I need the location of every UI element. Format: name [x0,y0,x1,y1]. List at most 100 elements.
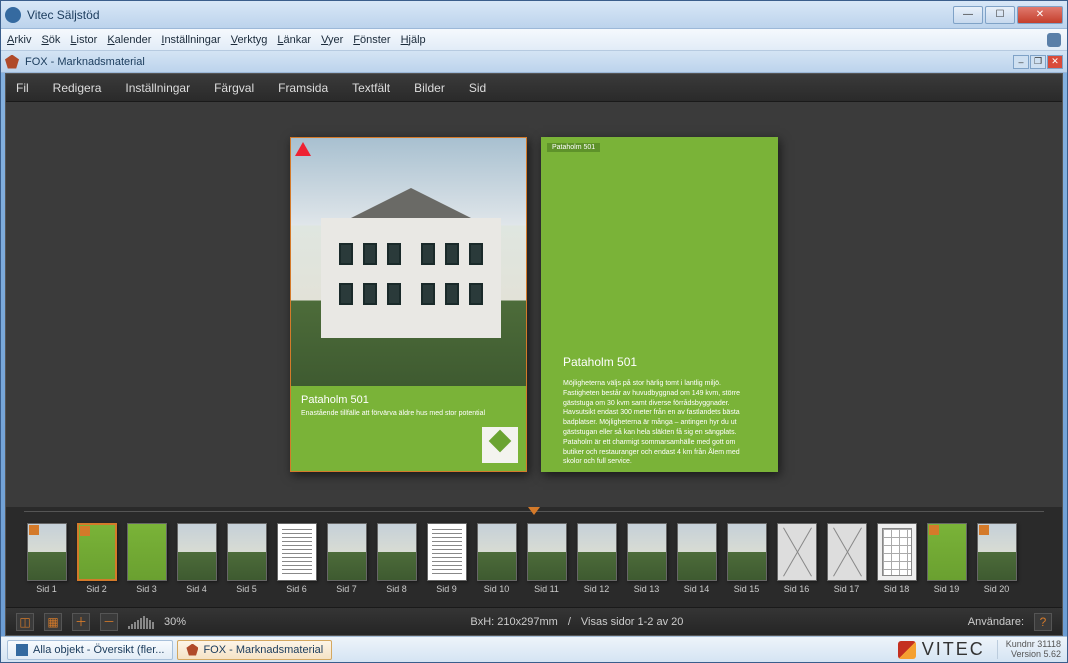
thumbnail-image[interactable] [677,523,717,581]
page-2-preview[interactable]: Pataholm 501 Pataholm 501 Möjligheterna … [541,137,778,472]
thumbnail-10[interactable]: Sid 10 [474,523,519,594]
zoom-out-button[interactable]: － [100,613,118,631]
thumbnail-1[interactable]: Sid 1 [24,523,69,594]
fox-icon [186,644,198,656]
layout-tool-1[interactable]: ◫ [16,613,34,631]
thumbnail-image[interactable] [977,523,1017,581]
help-button[interactable]: ? [1034,613,1052,631]
thumbnail-18[interactable]: Sid 18 [874,523,919,594]
current-page-pointer-icon [528,507,540,515]
subdoc-minimize-button[interactable]: – [1013,55,1029,69]
editor-app: Fil Redigera Inställningar Färgval Frams… [5,73,1063,636]
taskbar-tab-fox[interactable]: FOX - Marknadsmaterial [177,640,332,660]
version-info: Kundnr 31118 Version 5.62 [997,640,1061,660]
thumbnail-11[interactable]: Sid 11 [524,523,569,594]
thumbnail-image[interactable] [27,523,67,581]
menu-lankar[interactable]: Länkar [277,34,311,46]
emenu-fargval[interactable]: Färgval [214,81,254,95]
thumbnail-image[interactable] [277,523,317,581]
page-dimensions: BxH: 210x297mm [470,616,557,628]
thumbnail-5[interactable]: Sid 5 [224,523,269,594]
thumbnail-image[interactable] [77,523,117,581]
thumbnail-9[interactable]: Sid 9 [424,523,469,594]
subdoc-restore-button[interactable]: ❐ [1030,55,1046,69]
taskbar-tab-overview[interactable]: Alla objekt - Översikt (fler... [7,640,173,660]
thumbnail-3[interactable]: Sid 3 [124,523,169,594]
thumbnail-6[interactable]: Sid 6 [274,523,319,594]
menu-fonster[interactable]: Fönster [353,34,390,46]
thumbnail-image[interactable] [627,523,667,581]
thumbnail-image[interactable] [327,523,367,581]
zoom-slider[interactable] [128,615,154,629]
version-number: Version 5.62 [1006,650,1061,660]
thumbnail-15[interactable]: Sid 15 [724,523,769,594]
cover-photo [291,138,526,388]
thumbnail-image[interactable] [777,523,817,581]
gear-icon[interactable] [1047,33,1061,47]
page2-tab: Pataholm 501 [547,143,600,152]
thumbnail-strip[interactable]: Sid 1Sid 2Sid 3Sid 4Sid 5 Sid 6 Sid 7Sid 8… [6,517,1062,607]
thumbnail-image[interactable] [877,523,917,581]
thumbnail-image[interactable] [127,523,167,581]
thumbnail-4[interactable]: Sid 4 [174,523,219,594]
thumbnail-7[interactable]: Sid 7 [324,523,369,594]
emenu-bilder[interactable]: Bilder [414,81,445,95]
thumbnail-image[interactable] [477,523,517,581]
zoom-in-button[interactable]: ＋ [72,613,90,631]
taskbar-tab-overview-label: Alla objekt - Översikt (fler... [33,644,164,656]
badge-icon [929,525,939,535]
thumbnail-13[interactable]: Sid 13 [624,523,669,594]
menu-verktyg[interactable]: Verktyg [231,34,268,46]
emenu-installningar[interactable]: Inställningar [125,81,190,95]
page-preview-area[interactable]: Pataholm 501 Enastående tillfälle att fö… [6,102,1062,507]
thumbnail-image[interactable] [577,523,617,581]
thumbnail-16[interactable]: Sid 16 [774,523,819,594]
close-button[interactable]: ✕ [1017,6,1063,24]
thumbnail-image[interactable] [377,523,417,581]
maximize-button[interactable]: ☐ [985,6,1015,24]
menu-vyer[interactable]: Vyer [321,34,343,46]
app-icon [5,7,21,23]
thumbnail-label: Sid 6 [286,584,307,594]
menu-hjalp[interactable]: Hjälp [401,34,426,46]
emenu-framsida[interactable]: Framsida [278,81,328,95]
thumbnail-label: Sid 18 [884,584,910,594]
badge-icon [80,526,90,536]
zoom-percent: 30% [164,616,186,628]
thumbnail-12[interactable]: Sid 12 [574,523,619,594]
menu-sok[interactable]: Sök [41,34,60,46]
thumbnail-label: Sid 19 [934,584,960,594]
menu-arkiv[interactable]: Arkiv [7,34,31,46]
minimize-button[interactable]: — [953,6,983,24]
taskbar-tab-fox-label: FOX - Marknadsmaterial [203,644,323,656]
thumbnail-image[interactable] [227,523,267,581]
thumbnail-19[interactable]: Sid 19 [924,523,969,594]
thumbnail-label: Sid 14 [684,584,710,594]
thumbnail-image[interactable] [427,523,467,581]
outer-menubar: Arkiv Sök Listor Kalender Inställningar … [1,29,1067,51]
thumbnail-14[interactable]: Sid 14 [674,523,719,594]
thumbnail-17[interactable]: Sid 17 [824,523,869,594]
layout-tool-2[interactable]: ▦ [44,613,62,631]
emenu-redigera[interactable]: Redigera [53,81,102,95]
menu-listor[interactable]: Listor [70,34,97,46]
emenu-fil[interactable]: Fil [16,81,29,95]
emenu-sid[interactable]: Sid [469,81,486,95]
thumbnail-image[interactable] [527,523,567,581]
thumbnail-20[interactable]: Sid 20 [974,523,1019,594]
thumbnail-8[interactable]: Sid 8 [374,523,419,594]
thumbnail-image[interactable] [177,523,217,581]
titlebar[interactable]: Vitec Säljstöd — ☐ ✕ [1,1,1067,29]
subdoc-close-button[interactable]: ✕ [1047,55,1063,69]
preview-divider [6,507,1062,517]
editor-menubar: Fil Redigera Inställningar Färgval Frams… [6,74,1062,102]
thumbnail-2[interactable]: Sid 2 [74,523,119,594]
thumbnail-label: Sid 10 [484,584,510,594]
thumbnail-image[interactable] [927,523,967,581]
thumbnail-image[interactable] [827,523,867,581]
menu-installningar[interactable]: Inställningar [161,34,220,46]
emenu-textfalt[interactable]: Textfält [352,81,390,95]
menu-kalender[interactable]: Kalender [107,34,151,46]
thumbnail-image[interactable] [727,523,767,581]
page-1-preview[interactable]: Pataholm 501 Enastående tillfälle att fö… [290,137,527,472]
